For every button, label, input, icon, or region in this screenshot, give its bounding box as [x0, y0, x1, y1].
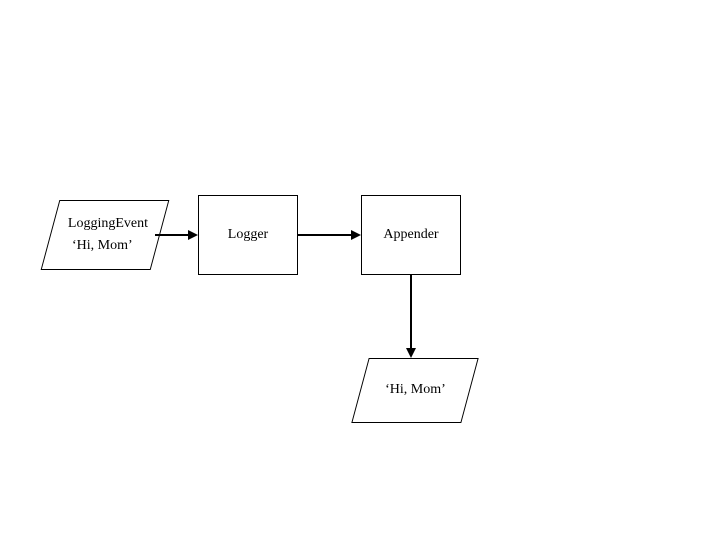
arrow-logger-to-appender	[298, 234, 353, 236]
node-logging-event: LoggingEvent ‘Hi, Mom’	[41, 200, 170, 270]
arrow-appender-to-output	[410, 275, 412, 350]
node-appender: Appender	[361, 195, 461, 275]
node-output: ‘Hi, Mom’	[351, 358, 478, 423]
arrow-head-logger-to-appender	[351, 230, 361, 240]
logger-label: Logger	[228, 227, 268, 243]
node-logger: Logger	[198, 195, 298, 275]
output-label: ‘Hi, Mom’	[385, 379, 446, 401]
arrow-head-appender-to-output	[406, 348, 416, 358]
appender-label: Appender	[383, 227, 438, 243]
arrow-head-input-to-logger	[188, 230, 198, 240]
arrow-input-to-logger	[155, 234, 190, 236]
logging-event-title: LoggingEvent	[68, 213, 148, 235]
logging-event-message: ‘Hi, Mom’	[72, 235, 133, 257]
